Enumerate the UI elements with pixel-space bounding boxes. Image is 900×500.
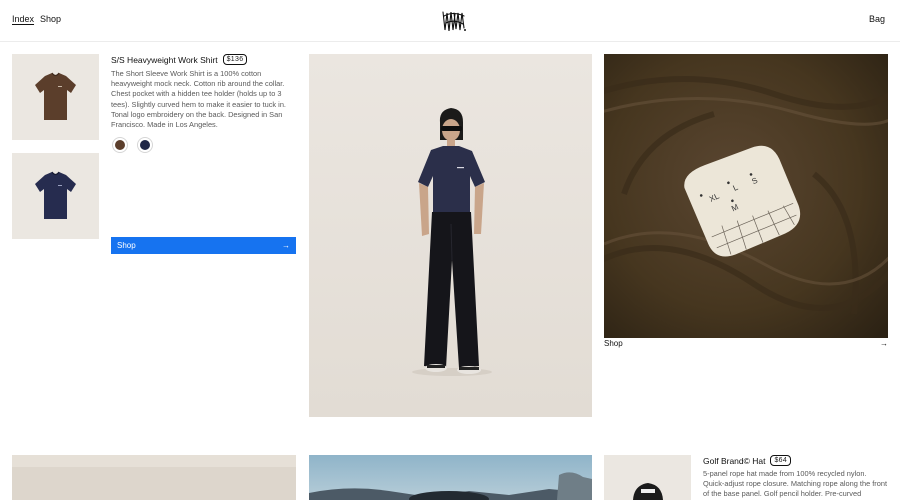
bottom-photo-middle [309,455,592,500]
label-closeup-image: XL L S M [604,54,888,338]
hat-price-badge: $64 [770,455,792,466]
detail-photo: XL L S M [604,54,888,338]
detail-shop-link[interactable]: Shop → [604,339,888,348]
sky-scene-image [309,455,592,500]
model-photo [309,54,592,417]
shop-button[interactable]: Shop → [111,237,296,254]
detail-shop-label: Shop [604,339,623,348]
bag-link[interactable]: Bag [869,14,885,24]
arrow-right-icon: → [282,241,290,250]
brand-logo-icon[interactable] [441,9,467,33]
main-nav: Index Shop [12,14,61,24]
bottom-photo-left [12,455,296,500]
hat-description: 5-panel rope hat made from 100% recycled… [703,469,888,499]
product-thumb-hat[interactable] [604,455,691,500]
shirt-brown-image [35,72,76,120]
product-thumb-brown[interactable] [12,54,99,140]
product-title: S/S Heavyweight Work Shirt [111,54,218,65]
product-title-row: S/S Heavyweight Work Shirt $136 [111,54,248,65]
hat-title: Golf Brand© Hat [703,455,766,466]
price-badge: $136 [222,54,248,65]
product-thumb-navy[interactable] [12,153,99,239]
nav-index[interactable]: Index [12,14,34,24]
product-description: The Short Sleeve Work Shirt is a 100% co… [111,69,286,130]
shop-button-label: Shop [117,241,136,250]
hat-title-row: Golf Brand© Hat $64 [703,455,792,466]
swatch-navy[interactable] [137,137,153,153]
arrow-right-icon: → [880,339,888,348]
swatch-brown[interactable] [112,137,128,153]
model-figure-image [309,54,592,417]
nav-shop[interactable]: Shop [40,14,61,24]
hat-image [633,483,663,500]
site-header: Index Shop Bag [0,0,900,42]
shirt-navy-image [35,171,76,219]
beige-scene-image [12,455,296,500]
